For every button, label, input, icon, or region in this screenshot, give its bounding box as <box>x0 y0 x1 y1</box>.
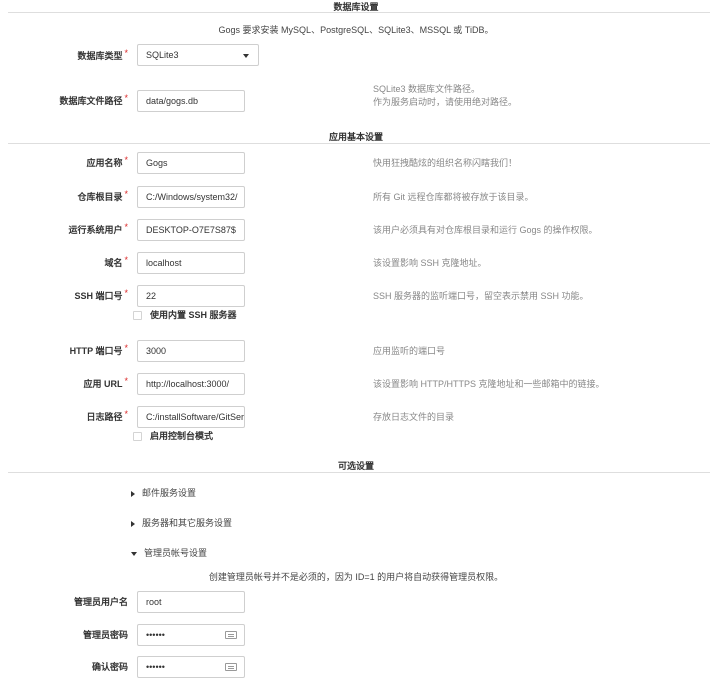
admin-settings-toggle[interactable]: 管理员帐号设置 <box>131 546 207 560</box>
database-path-label: 数据库文件路径 * <box>59 93 128 106</box>
database-type-value: SQLite3 <box>146 50 179 60</box>
caret-right-icon <box>131 520 135 527</box>
admin-username-label: 管理员用户名 <box>73 597 128 607</box>
console-mode-checkbox[interactable]: 启用控制台模式 <box>133 430 213 442</box>
database-type-label: 数据库类型 * <box>77 48 128 61</box>
log-path-input[interactable]: C:/installSoftware/GitServer/log <box>137 406 245 428</box>
app-url-label: 应用 URL * <box>83 376 128 389</box>
app-name-help: 快用狂拽酷炫的组织名称闪瞎我们！ <box>373 158 518 168</box>
app-name-label: 应用名称 * <box>86 155 128 168</box>
log-path-help: 存放日志文件的目录 <box>373 412 455 422</box>
admin-password-input[interactable]: •••••• <box>137 624 245 646</box>
builtin-ssh-label: 使用内置 SSH 服务器 <box>150 310 237 320</box>
caret-right-icon <box>131 490 135 497</box>
admin-settings-label: 管理员帐号设置 <box>144 548 208 558</box>
database-path-input[interactable]: data/gogs.db <box>137 90 245 112</box>
app-url-help: 该设置影响 HTTP/HTTPS 克隆地址和一些邮箱中的链接。 <box>373 379 605 389</box>
optional-section-title: 可选设置 <box>337 461 374 471</box>
keyboard-icon[interactable] <box>225 631 237 639</box>
mail-settings-toggle[interactable]: 邮件服务设置 <box>131 486 196 500</box>
run-user-input[interactable]: DESKTOP-O7E7S87$ <box>137 219 245 241</box>
section-divider <box>8 472 710 473</box>
ssh-port-label: SSH 端口号 * <box>74 288 128 301</box>
checkbox-icon <box>133 432 142 442</box>
http-port-help: 应用监听的端口号 <box>373 346 446 356</box>
caret-down-icon <box>131 551 137 556</box>
mail-settings-label: 邮件服务设置 <box>142 488 197 498</box>
run-user-help: 该用户必须具有对仓库根目录和运行 Gogs 的操作权限。 <box>373 225 598 235</box>
confirm-password-label: 确认密码 <box>91 662 128 672</box>
ssh-port-help: SSH 服务器的监听端口号，留空表示禁用 SSH 功能。 <box>373 291 589 301</box>
confirm-password-value: •••••• <box>146 662 165 672</box>
domain-input[interactable]: localhost <box>137 252 245 274</box>
database-path-help-1: SQLite3 数据库文件路径。 <box>373 84 481 94</box>
repo-root-help: 所有 Git 远程仓库都将被存放于该目录。 <box>373 192 534 202</box>
run-user-label: 运行系统用户 * <box>68 222 128 235</box>
admin-note: 创建管理员帐号并不是必须的，因为 ID=1 的用户将自动获得管理员权限。 <box>208 572 504 582</box>
app-url-input[interactable]: http://localhost:3000/ <box>137 373 245 395</box>
server-settings-toggle[interactable]: 服务器和其它服务设置 <box>131 516 232 530</box>
console-mode-label: 启用控制台模式 <box>150 431 214 441</box>
ssh-port-input[interactable]: 22 <box>137 285 245 307</box>
section-divider <box>8 143 710 144</box>
caret-down-icon <box>243 54 249 58</box>
http-port-label: HTTP 端口号 * <box>69 343 128 356</box>
log-path-label: 日志路径 * <box>86 409 128 422</box>
domain-label: 域名 * <box>104 255 128 268</box>
repo-root-label: 仓库根目录 * <box>77 189 128 202</box>
confirm-password-input[interactable]: •••••• <box>137 656 245 678</box>
admin-username-input[interactable]: root <box>137 591 245 613</box>
database-type-select[interactable]: SQLite3 <box>137 44 259 66</box>
app-name-input[interactable]: Gogs <box>137 152 245 174</box>
builtin-ssh-checkbox[interactable]: 使用内置 SSH 服务器 <box>133 309 237 321</box>
checkbox-icon <box>133 311 142 321</box>
admin-password-label: 管理员密码 <box>82 630 128 640</box>
domain-help: 该设置影响 SSH 克隆地址。 <box>373 258 487 268</box>
admin-password-value: •••••• <box>146 630 165 640</box>
section-divider <box>8 12 710 13</box>
server-settings-label: 服务器和其它服务设置 <box>142 518 233 528</box>
keyboard-icon[interactable] <box>225 663 237 671</box>
database-path-help-2: 作为服务启动时，请使用绝对路径。 <box>373 97 518 107</box>
app-section-title: 应用基本设置 <box>328 132 383 142</box>
database-intro: Gogs 要求安装 MySQL、PostgreSQL、SQLite3、MSSQL… <box>218 25 494 35</box>
repo-root-input[interactable]: C:/Windows/system32/ <box>137 186 245 208</box>
http-port-input[interactable]: 3000 <box>137 340 245 362</box>
